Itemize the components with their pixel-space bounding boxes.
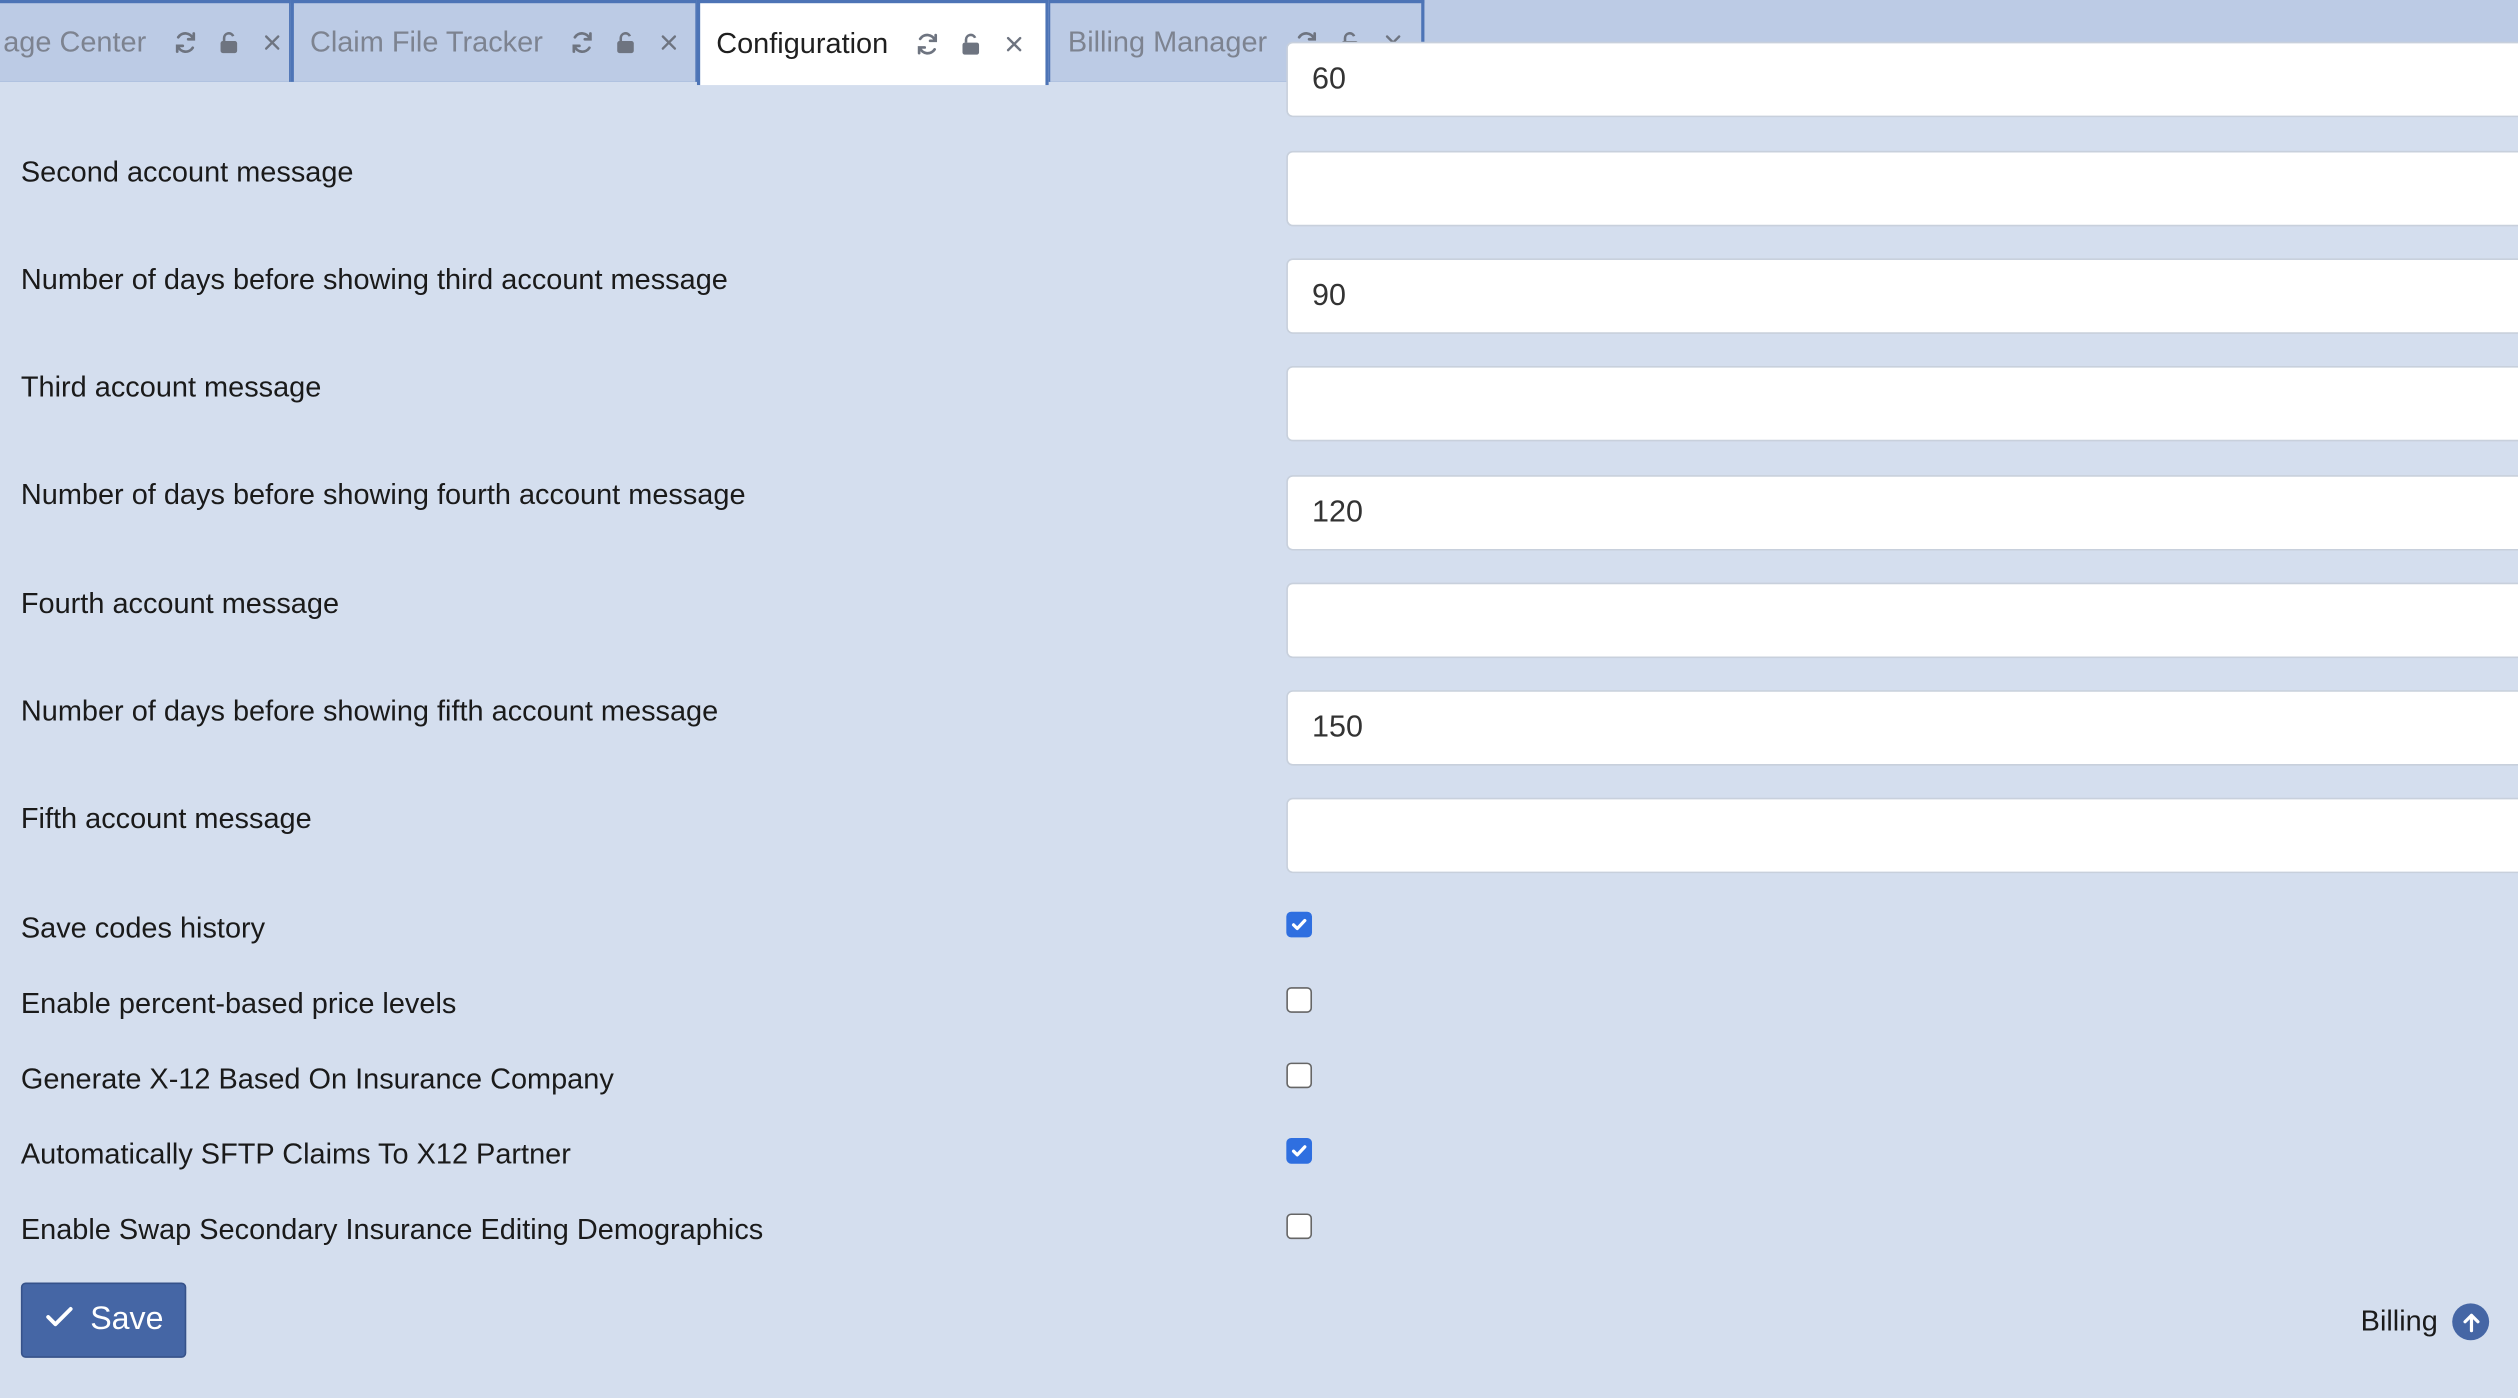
checkmark-icon bbox=[44, 1299, 76, 1341]
third-message-input[interactable] bbox=[1286, 365, 2518, 442]
generate-x12-label: Generate X-12 Based On Insurance Company bbox=[20, 1062, 614, 1095]
percent-price-levels-label: Enable percent-based price levels bbox=[20, 987, 457, 1020]
checkmark-icon bbox=[1291, 1145, 1307, 1157]
tab-claim-file-tracker[interactable]: Claim File Tracker bbox=[290, 0, 699, 82]
tab-label: Billing Manager bbox=[1067, 25, 1268, 58]
configuration-page: age Center Claim File Tracker Configurat… bbox=[0, 0, 2518, 1398]
fourth-message-input[interactable] bbox=[1286, 582, 2518, 659]
auto-sftp-claims-checkbox[interactable] bbox=[1286, 1138, 1313, 1164]
billing-scroll-top-link[interactable]: Billing bbox=[2360, 1303, 2490, 1341]
billing-label: Billing bbox=[2360, 1304, 2438, 1338]
close-icon[interactable] bbox=[259, 29, 286, 56]
third-message-label: Third account message bbox=[20, 370, 322, 403]
tab-label: age Center bbox=[3, 25, 147, 58]
fourth-days-input[interactable] bbox=[1286, 475, 2518, 551]
third-days-label: Number of days before showing third acco… bbox=[20, 263, 728, 296]
second-message-label: Second account message bbox=[20, 155, 354, 188]
refresh-icon[interactable] bbox=[172, 29, 199, 56]
refresh-icon[interactable] bbox=[569, 29, 596, 56]
percent-price-levels-checkbox[interactable] bbox=[1286, 987, 1313, 1013]
close-icon[interactable] bbox=[655, 29, 682, 56]
swap-secondary-insurance-checkbox[interactable] bbox=[1286, 1213, 1313, 1240]
refresh-icon[interactable] bbox=[914, 30, 941, 57]
swap-secondary-insurance-label: Enable Swap Secondary Insurance Editing … bbox=[20, 1213, 764, 1246]
fifth-days-input[interactable] bbox=[1286, 690, 2518, 766]
first-message-days-input[interactable] bbox=[1286, 41, 2518, 118]
save-codes-history-label: Save codes history bbox=[20, 911, 266, 944]
generate-x12-checkbox[interactable] bbox=[1286, 1062, 1313, 1089]
lock-icon[interactable] bbox=[612, 29, 639, 56]
close-icon[interactable] bbox=[1001, 30, 1028, 57]
third-days-input[interactable] bbox=[1286, 258, 2518, 334]
fourth-days-label: Number of days before showing fourth acc… bbox=[20, 478, 746, 511]
tab-label: Claim File Tracker bbox=[309, 25, 543, 58]
tab-configuration[interactable]: Configuration bbox=[696, 0, 1049, 86]
checkmark-icon bbox=[1291, 918, 1307, 931]
lock-icon[interactable] bbox=[215, 29, 242, 56]
fifth-message-input[interactable] bbox=[1286, 797, 2518, 874]
tab-label: Configuration bbox=[716, 27, 889, 60]
arrow-up-circle-icon[interactable] bbox=[2452, 1303, 2490, 1341]
fifth-message-label: Fifth account message bbox=[20, 802, 312, 835]
second-message-input[interactable] bbox=[1286, 150, 2518, 227]
tab-message-center[interactable]: age Center bbox=[0, 0, 293, 82]
fourth-message-label: Fourth account message bbox=[20, 587, 340, 620]
auto-sftp-claims-label: Automatically SFTP Claims To X12 Partner bbox=[20, 1138, 571, 1171]
save-button-label: Save bbox=[90, 1301, 164, 1338]
fifth-days-label: Number of days before showing fifth acco… bbox=[20, 695, 719, 728]
save-codes-history-checkbox[interactable] bbox=[1286, 911, 1313, 938]
lock-icon[interactable] bbox=[957, 30, 984, 57]
save-button[interactable]: Save bbox=[20, 1282, 187, 1358]
